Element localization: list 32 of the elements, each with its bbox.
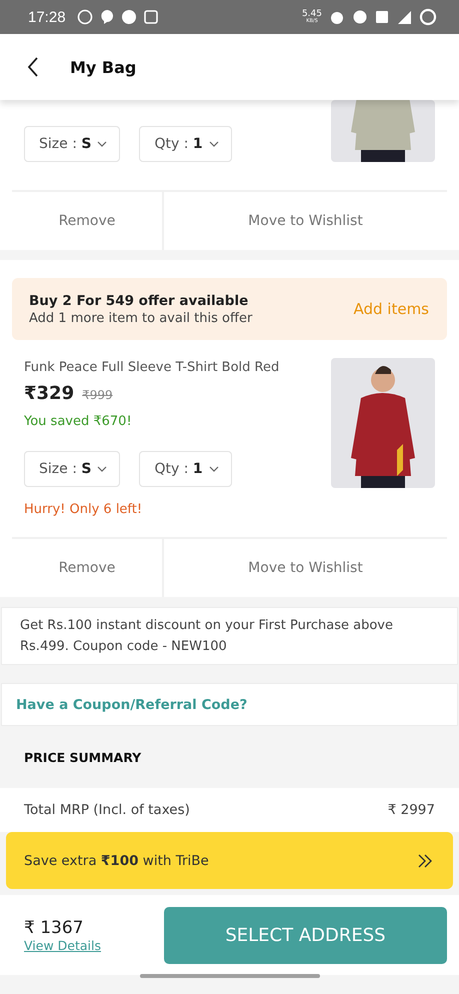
page-title: My Bag [70, 58, 136, 76]
size-dropdown[interactable]: Size : S [24, 451, 120, 487]
total-amount: ₹ 1367 [24, 918, 84, 938]
app-icon [144, 10, 158, 24]
savings-text: You saved ₹670! [24, 414, 133, 429]
size-dropdown[interactable]: Size : S [24, 126, 120, 162]
quantity-dropdown[interactable]: Qty : 1 [139, 451, 232, 487]
double-chevron-icon [417, 854, 433, 868]
quantity-dropdown[interactable]: Qty : 1 [139, 126, 232, 162]
summary-value: ₹ 2997 [388, 802, 435, 818]
message-icon [100, 9, 114, 25]
tribe-banner[interactable]: Save extra ₹100 with TriBe [6, 832, 453, 889]
offer-title: Buy 2 For 549 offer available [29, 292, 250, 308]
back-icon[interactable] [26, 56, 40, 78]
battery-ring-icon [419, 8, 437, 26]
chevron-down-icon [97, 466, 108, 472]
promo-text: Get Rs.100 instant discount on your First Purchase above Rs.499. Coupon code - NEW100 [1, 607, 458, 665]
product-price: ₹329 [24, 383, 74, 404]
summary-label: Total MRP (Incl. of taxes) [24, 802, 190, 818]
status-time: 17:28 [28, 8, 66, 26]
chevron-down-icon [97, 141, 108, 147]
original-price: ₹999 [82, 388, 113, 402]
chevron-down-icon [208, 466, 219, 472]
view-details-link[interactable]: View Details [24, 938, 101, 952]
coupon-link[interactable]: Have a Coupon/Referral Code? [16, 696, 248, 712]
select-address-button[interactable]: SELECT ADDRESS [164, 906, 447, 964]
chevron-down-icon [208, 141, 219, 147]
product-name: Funk Peace Full Sleeve T-Shirt Bold Red [24, 360, 280, 375]
stock-warning: Hurry! Only 6 left! [24, 502, 144, 517]
summary-title: PRICE SUMMARY [24, 750, 142, 764]
signal-icon [396, 9, 412, 25]
offer-subtitle: Add 1 more item to avail this offer [29, 310, 252, 326]
